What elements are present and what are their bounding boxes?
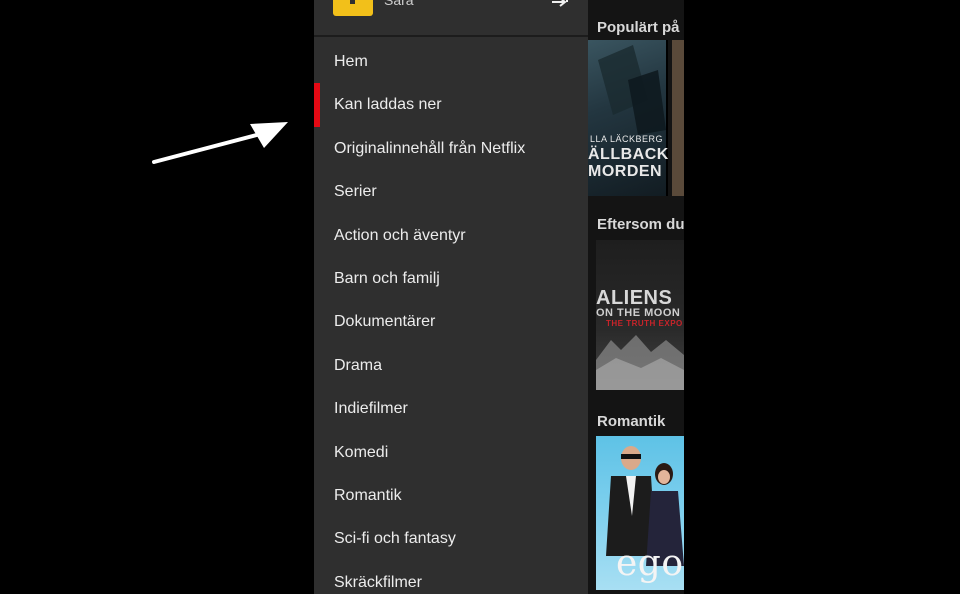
poster-aliens[interactable]: ALIENS ON THE MOON THE TRUTH EXPO [596, 240, 684, 390]
menu-item-skrackfilmer[interactable]: Skräckfilmer [314, 561, 588, 594]
poster-ego[interactable]: ego [596, 436, 684, 590]
genre-menu: Hem Kan laddas ner Originalinnehåll från… [314, 40, 588, 594]
poster-title-line1: ALIENS [596, 287, 673, 309]
menu-item-komedi[interactable]: Komedi [314, 431, 588, 474]
menu-item-originalinnehall[interactable]: Originalinnehåll från Netflix [314, 127, 588, 170]
row-title-popular: Populärt på [597, 19, 680, 36]
profile-name[interactable]: Sara [384, 0, 414, 8]
row-title-because: Eftersom du [597, 216, 684, 233]
menu-item-sci-fi-och-fantasy[interactable]: Sci-fi och fantasy [314, 517, 588, 560]
poster-next[interactable] [672, 40, 684, 196]
menu-item-hem[interactable]: Hem [314, 40, 588, 83]
poster-title-line2: MORDEN [588, 163, 663, 180]
pointer-arrow-icon [152, 122, 288, 164]
drawer-header: Sara [314, 0, 588, 37]
menu-item-romantik[interactable]: Romantik [314, 474, 588, 517]
menu-item-barn-och-familj[interactable]: Barn och familj [314, 257, 588, 300]
menu-item-serier[interactable]: Serier [314, 170, 588, 213]
poster-hallbacka[interactable]: LLA LÄCKBERG ÄLLBACKA MORDEN [588, 40, 668, 196]
menu-item-dokumentarer[interactable]: Dokumentärer [314, 300, 588, 343]
row-title-romance: Romantik [597, 413, 666, 430]
profile-avatar[interactable] [333, 0, 373, 16]
navigation-drawer: Sara Hem Kan laddas ner Originalinnehåll… [314, 0, 588, 594]
menu-item-kan-laddas-ner[interactable]: Kan laddas ner [314, 83, 588, 128]
poster-title-line2: ON THE MOON [596, 307, 681, 319]
poster-author: LLA LÄCKBERG [590, 134, 664, 144]
poster-subtitle: THE TRUTH EXPO [606, 319, 683, 328]
menu-item-indiefilmer[interactable]: Indiefilmer [314, 387, 588, 430]
screen: Populärt på LLA LÄCKBERG ÄLLBACKA MORDEN… [0, 0, 960, 594]
poster-title: ego [616, 543, 684, 584]
menu-item-action-och-aventyr[interactable]: Action och äventyr [314, 214, 588, 257]
switch-profile-arrow-icon[interactable] [550, 0, 570, 8]
menu-item-drama[interactable]: Drama [314, 344, 588, 387]
background-catalog: Populärt på LLA LÄCKBERG ÄLLBACKA MORDEN… [588, 0, 684, 594]
poster-title-line1: ÄLLBACKA [588, 146, 668, 163]
